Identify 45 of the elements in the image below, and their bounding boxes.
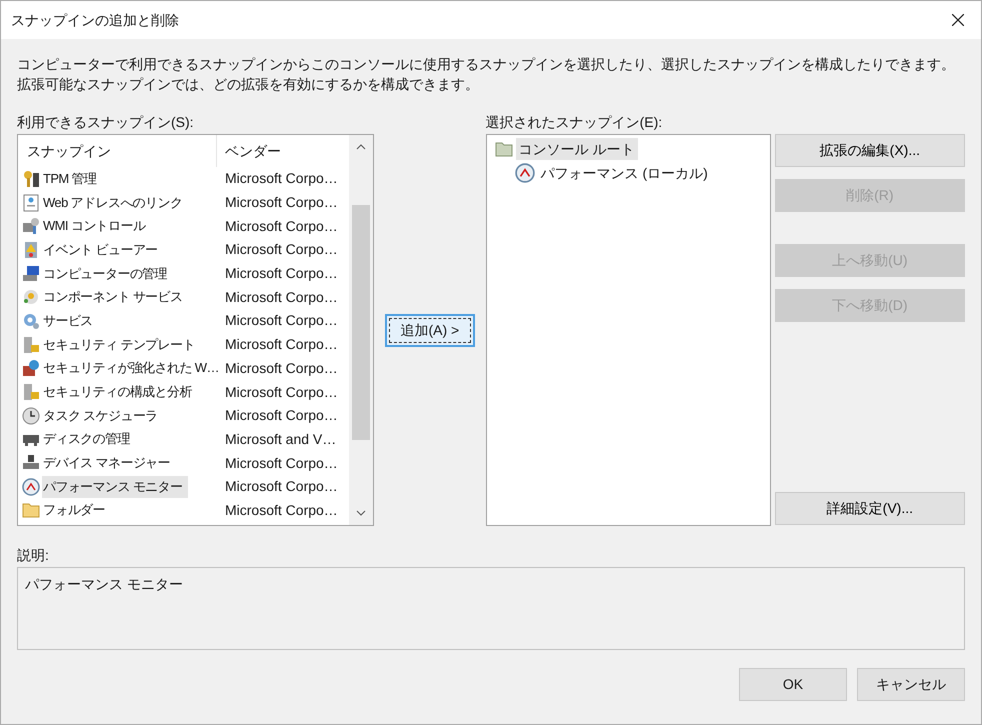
list-label: 利用できるスナップイン(S): [17, 113, 195, 132]
dialog-button[interactable]: 詳細設定(V)... [774, 492, 965, 525]
list-item[interactable]: WMI コントロール [42, 215, 146, 238]
list-item[interactable]: フォルダー [42, 499, 106, 522]
vendor-cell-text: Microsoft Corpo… [224, 193, 338, 212]
vendor-cell-text: Microsoft Corpo… [224, 311, 338, 330]
list-item[interactable]: デバイス マネージャー [42, 452, 172, 474]
vendor-cell-text: Microsoft Corpo… [224, 477, 338, 496]
vendor-cell-text: Microsoft Corpo… [224, 358, 338, 378]
description-text: パフォーマンス モニター [25, 576, 183, 592]
list-item[interactable]: コンピューターの管理 [42, 262, 168, 285]
column-header[interactable]: ベンダー [217, 135, 349, 167]
add-button[interactable]: 追加(A) > [384, 314, 475, 346]
description-label: 説明: [17, 546, 50, 565]
vendor-cell-text: Microsoft Corpo… [224, 382, 338, 402]
list-item[interactable]: TPM 管理 [42, 168, 98, 190]
vendor-cell-text: Microsoft and V… [224, 430, 336, 449]
list-item[interactable]: セキュリティ テンプレート [42, 334, 196, 356]
list-item[interactable]: タスク スケジューラ [42, 404, 159, 427]
tree-item[interactable]: コンソール ルート [516, 138, 638, 160]
vendor-cell-text: Microsoft Corpo… [224, 335, 338, 354]
list-item[interactable]: パフォーマンス モニター [42, 476, 188, 498]
list-item[interactable]: ディスクの管理 [42, 428, 131, 450]
vendor-cell-text: Microsoft Corpo… [224, 169, 338, 188]
list-label: 選択されたスナップイン(E): [486, 113, 664, 132]
list-item[interactable]: セキュリティの構成と分析 [42, 381, 193, 404]
vendor-cell-text: Microsoft Corpo… [224, 500, 338, 520]
vendor-cell-text: Microsoft Corpo… [224, 264, 338, 284]
dialog-button[interactable]: 拡張の編集(X)... [774, 134, 965, 167]
window-title: スナップインの追加と削除 [11, 10, 179, 30]
list-item[interactable]: イベント ビューアー [42, 238, 159, 261]
list-item[interactable]: Web アドレスへのリンク [42, 192, 184, 214]
tree-item[interactable]: パフォーマンス (ローカル) [538, 162, 711, 184]
vendor-cell-text: Microsoft Corpo… [224, 288, 338, 307]
list-item[interactable]: サービス [42, 310, 94, 332]
vendor-cell-text: Microsoft Corpo… [224, 240, 338, 260]
vendor-cell-text: Microsoft Corpo… [224, 406, 338, 426]
dialog-button[interactable]: OK [739, 668, 847, 701]
list-item[interactable]: コンポーネント サービス [42, 286, 184, 308]
vendor-cell-text: Microsoft Corpo… [224, 454, 338, 473]
column-header[interactable]: スナップイン [18, 135, 217, 167]
dialog-button[interactable]: キャンセル [857, 668, 965, 701]
vendor-cell-text: Microsoft Corpo… [224, 216, 338, 236]
intro-text: コンピューターで利用できるスナップインからこのコンソールに使用するスナップインを選択したり、選択したスナップインを構成したりできます。拡張可能なスナップインでは、どの拡張を有効にするかを構成できます。 [17, 55, 956, 94]
list-item[interactable]: セキュリティが強化された W… [42, 357, 220, 380]
